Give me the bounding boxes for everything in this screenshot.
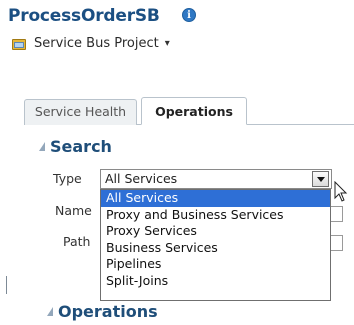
chevron-down-icon: [317, 177, 325, 182]
dropdown-option[interactable]: Pipelines: [101, 256, 330, 273]
type-dropdown-list[interactable]: All Services Proxy and Business Services…: [100, 189, 331, 301]
page-title: ProcessOrderSB: [8, 6, 160, 26]
dropdown-option[interactable]: Business Services: [101, 240, 330, 257]
project-label: Service Bus Project: [34, 36, 159, 51]
search-heading: Search: [50, 137, 112, 156]
info-icon[interactable]: i: [182, 8, 196, 22]
project-selector[interactable]: Service Bus Project ▾: [12, 36, 170, 51]
dropdown-option[interactable]: Proxy Services: [101, 223, 330, 240]
chevron-down-icon: ▾: [164, 38, 170, 49]
type-select-value: All Services: [105, 171, 178, 186]
collapse-triangle-icon: [47, 307, 53, 316]
dropdown-option[interactable]: All Services: [101, 190, 330, 207]
operations-heading: Operations: [58, 302, 158, 321]
type-select[interactable]: All Services: [100, 169, 332, 189]
path-input[interactable]: [331, 235, 343, 251]
divider: [6, 276, 7, 294]
name-label: Name: [55, 203, 92, 218]
path-label: Path: [63, 234, 91, 249]
dropdown-option[interactable]: Proxy and Business Services: [101, 207, 330, 224]
name-input[interactable]: [331, 206, 343, 222]
dropdown-option[interactable]: Split-Joins: [101, 273, 330, 290]
tab-operations[interactable]: Operations: [141, 97, 247, 125]
folder-icon: [12, 38, 26, 50]
tab-service-health[interactable]: Service Health: [24, 99, 137, 125]
dropdown-arrow-button[interactable]: [312, 171, 329, 187]
type-label: Type: [53, 171, 82, 186]
operations-section-toggle[interactable]: Operations: [47, 302, 158, 321]
mouse-cursor-icon: [334, 181, 348, 202]
collapse-triangle-icon: [39, 142, 45, 151]
search-section-toggle[interactable]: Search: [39, 137, 112, 156]
